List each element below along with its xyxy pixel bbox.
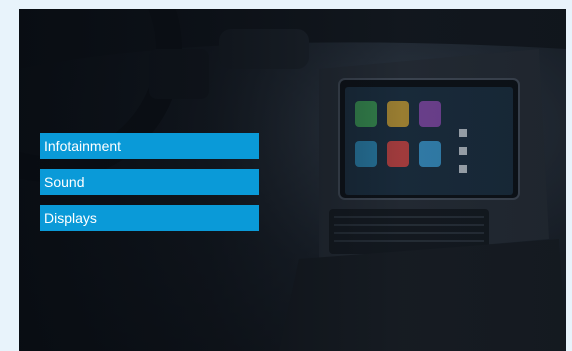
menu-item-infotainment[interactable]: Infotainment	[40, 133, 259, 159]
hero-image: Infotainment Sound Displays	[19, 9, 566, 351]
category-menu: Infotainment Sound Displays	[40, 133, 259, 231]
menu-item-displays[interactable]: Displays	[40, 205, 259, 231]
menu-item-sound[interactable]: Sound	[40, 169, 259, 195]
